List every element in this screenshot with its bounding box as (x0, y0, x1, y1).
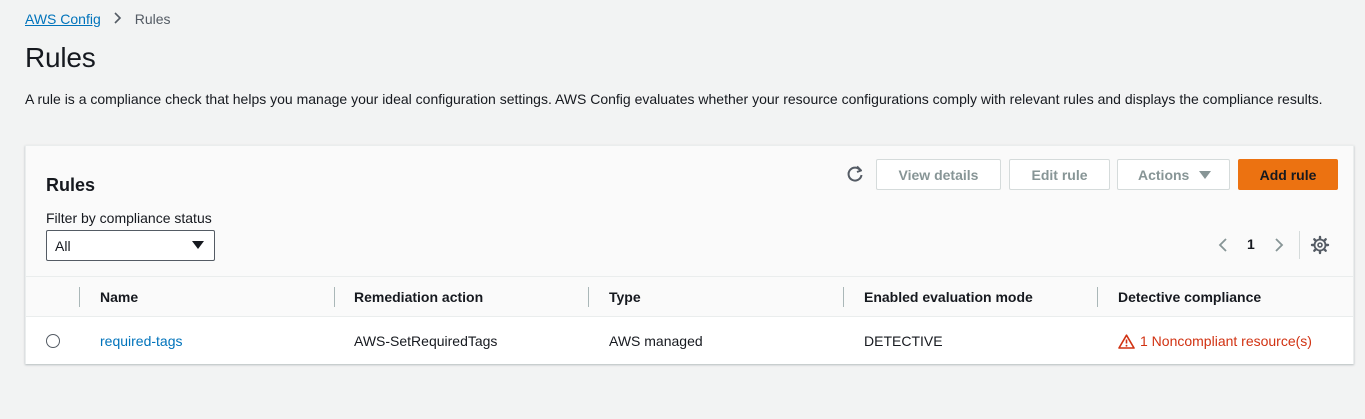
settings-icon[interactable] (1310, 235, 1330, 255)
column-header-evaluation-mode[interactable]: Enabled evaluation mode (864, 289, 1033, 305)
column-separator[interactable] (843, 287, 844, 307)
page-title: Rules (25, 42, 96, 73)
remediation-action-cell: AWS-SetRequiredTags (354, 333, 498, 349)
compliance-filter-select[interactable]: All (46, 230, 215, 261)
column-separator[interactable] (588, 287, 589, 307)
column-header-remediation[interactable]: Remediation action (354, 289, 483, 305)
breadcrumb-current: Rules (134, 11, 171, 27)
edit-rule-button[interactable]: Edit rule (1009, 159, 1110, 190)
compliance-filter-value: All (55, 237, 71, 254)
rule-name-link[interactable]: required-tags (100, 333, 183, 349)
chevron-right-icon[interactable] (1272, 235, 1286, 255)
table-header: Name Remediation action Type Enabled eva… (26, 277, 1353, 317)
compliance-text: 1 Noncompliant resource(s) (1140, 333, 1312, 349)
panel-title: Rules (46, 175, 96, 195)
refresh-icon[interactable] (845, 164, 865, 184)
evaluation-mode-cell: DETECTIVE (864, 333, 943, 349)
warning-icon (1118, 333, 1135, 349)
row-select-radio[interactable] (46, 334, 60, 348)
actions-button-label: Actions (1138, 166, 1190, 183)
compliance-cell[interactable]: 1 Noncompliant resource(s) (1118, 333, 1312, 349)
caret-down-icon (192, 241, 204, 249)
view-details-button[interactable]: View details (876, 159, 1001, 190)
chevron-right-icon (113, 11, 123, 27)
rules-panel: Rules Filter by compliance status All Vi… (25, 145, 1354, 364)
actions-button[interactable]: Actions (1117, 159, 1230, 190)
filter-label: Filter by compliance status (46, 210, 212, 226)
add-rule-button[interactable]: Add rule (1238, 159, 1338, 190)
chevron-left-icon[interactable] (1216, 235, 1230, 255)
column-header-type[interactable]: Type (609, 289, 641, 305)
column-header-name[interactable]: Name (100, 289, 138, 305)
panel-header: Rules Filter by compliance status All Vi… (26, 146, 1353, 277)
column-separator (79, 287, 80, 307)
breadcrumb: AWS Config Rules (25, 11, 171, 27)
page-description: A rule is a compliance check that helps … (25, 91, 1323, 107)
column-header-detective-compliance[interactable]: Detective compliance (1118, 289, 1261, 305)
column-separator[interactable] (1097, 287, 1098, 307)
divider (1299, 231, 1300, 259)
type-cell: AWS managed (609, 333, 703, 349)
page-number[interactable]: 1 (1247, 236, 1255, 252)
caret-down-icon (1199, 171, 1211, 179)
column-separator[interactable] (334, 287, 335, 307)
breadcrumb-aws-config-link[interactable]: AWS Config (25, 11, 101, 27)
